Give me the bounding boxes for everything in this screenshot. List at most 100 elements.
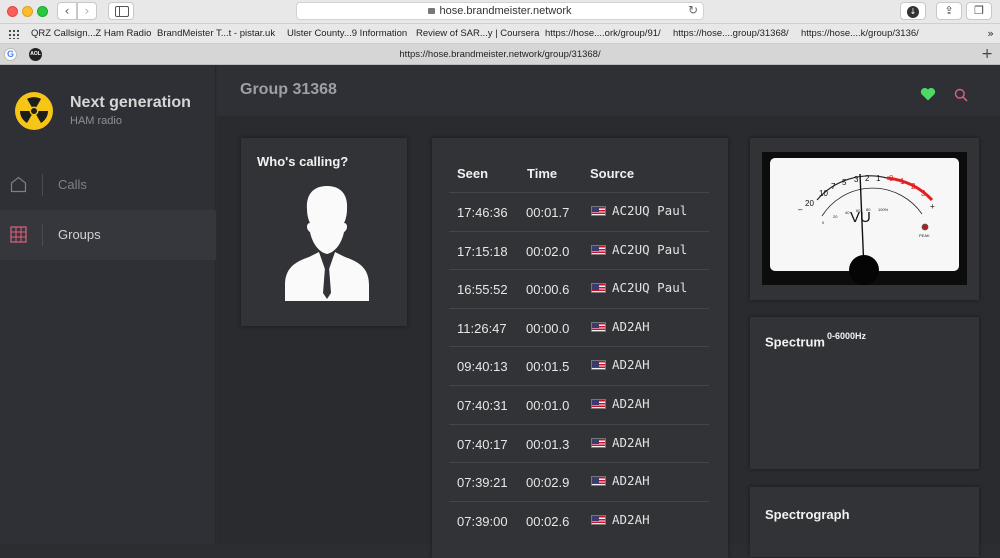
- cell-seen: 07:39:21: [457, 475, 508, 491]
- app-sidebar: Next generation HAM radio Calls Groups: [0, 66, 216, 544]
- peak-led-icon: [921, 223, 929, 231]
- cell-seen: 16:55:52: [457, 282, 508, 298]
- vu-scale-label: 2: [911, 182, 916, 191]
- vu-label: VU: [850, 209, 871, 226]
- reload-icon[interactable]: ↻: [688, 3, 698, 17]
- new-tab-icon[interactable]: +: [981, 46, 993, 62]
- sidebar-divider: [42, 224, 43, 246]
- table-row[interactable]: 11:26:47 00:00.0 AD2AH: [449, 307, 709, 347]
- bookmark-item[interactable]: BrandMeister T...t - pistar.uk: [157, 28, 275, 39]
- sidebar-toggle-button[interactable]: [108, 2, 134, 20]
- more-bookmarks-icon[interactable]: »: [987, 27, 994, 40]
- downloads-button[interactable]: ↓: [900, 2, 926, 20]
- vu-scale-label: 2: [865, 174, 870, 183]
- vu-meter: – + 20 10 7 5 3 2 1 0 1 2 3 0 20 40 60 8…: [762, 152, 967, 285]
- table-row[interactable]: 16:55:52 00:00.6 AC2UQ Paul: [449, 269, 709, 308]
- bookmark-item[interactable]: https://hose....group/31368/: [673, 28, 789, 39]
- cell-seen: 11:26:47: [457, 320, 507, 336]
- address-bar[interactable]: hose.brandmeister.network ↻: [296, 2, 704, 20]
- vu-scale-label: 7: [831, 182, 836, 191]
- sidebar-item-label: Groups: [58, 227, 101, 242]
- home-icon: [10, 176, 27, 193]
- show-tabs-button[interactable]: ❐: [966, 2, 992, 20]
- bookmarks-grid-icon[interactable]: [8, 29, 19, 39]
- lock-icon: [428, 8, 436, 14]
- share-icon: ⇪: [944, 4, 954, 17]
- table-row[interactable]: 17:46:36 00:01.7 AC2UQ Paul: [449, 192, 709, 231]
- cell-source: AC2UQ Paul: [612, 203, 688, 218]
- cell-time: 00:01.5: [526, 359, 570, 375]
- close-window-button[interactable]: [7, 6, 18, 17]
- cell-seen: 07:40:17: [457, 436, 508, 452]
- cell-time: 00:02.0: [526, 243, 570, 259]
- us-flag-icon: [591, 321, 606, 332]
- vu-scale-label: 3: [921, 189, 926, 198]
- table-row[interactable]: 07:40:31 00:01.0 AD2AH: [449, 385, 709, 424]
- sidebar-item-label: Calls: [58, 177, 87, 192]
- vu-subscale-label: 100%: [878, 207, 889, 212]
- bookmark-item[interactable]: Review of SAR...y | Coursera: [416, 28, 539, 39]
- us-flag-icon: [591, 514, 606, 525]
- us-flag-icon: [591, 360, 606, 371]
- cell-seen: 17:46:36: [457, 205, 508, 220]
- back-button[interactable]: ‹: [57, 2, 77, 20]
- calls-table-card: Seen Time Source 17:46:36 00:01.7 AC2UQ …: [432, 138, 728, 558]
- vu-minus-label: –: [798, 205, 803, 214]
- sidebar-divider: [42, 174, 43, 196]
- table-row[interactable]: 07:39:00 00:02.6 AD2AH: [449, 500, 709, 540]
- grid-icon: [10, 226, 27, 243]
- cell-source: AD2AH: [612, 511, 650, 527]
- minimize-window-button[interactable]: [22, 6, 33, 17]
- cell-source: AC2UQ Paul: [612, 280, 688, 296]
- bookmark-item[interactable]: QRZ Callsign...Z Ham Radio: [31, 28, 151, 39]
- whos-calling-card: Who's calling?: [241, 138, 407, 326]
- us-flag-icon: [591, 476, 606, 487]
- table-row[interactable]: 09:40:13 00:01.5 AD2AH: [449, 346, 709, 385]
- heart-icon[interactable]: [920, 87, 936, 101]
- column-header-seen[interactable]: Seen: [457, 166, 488, 181]
- cell-source: AD2AH: [612, 396, 650, 411]
- chevron-right-icon: ›: [84, 4, 90, 18]
- cell-time: 00:02.6: [526, 513, 570, 529]
- cell-time: 00:00.6: [526, 282, 570, 298]
- cell-source: AD2AH: [612, 357, 650, 373]
- brand-subtitle: HAM radio: [70, 115, 122, 127]
- sidebar-item-groups[interactable]: Groups: [0, 210, 216, 260]
- cell-source: AD2AH: [612, 434, 650, 450]
- download-icon: ↓: [907, 6, 919, 18]
- column-header-time[interactable]: Time: [527, 166, 557, 181]
- column-header-source[interactable]: Source: [590, 166, 634, 181]
- vu-scale-label: 1: [876, 174, 881, 183]
- us-flag-icon: [591, 399, 606, 409]
- bookmark-item[interactable]: https://hose....k/group/3136/: [801, 28, 919, 39]
- cell-seen: 17:15:18: [457, 243, 508, 259]
- active-tab-title[interactable]: https://hose.brandmeister.network/group/…: [0, 49, 1000, 60]
- tabs-icon: ❐: [974, 4, 984, 17]
- forward-button[interactable]: ›: [77, 2, 97, 20]
- cell-time: 00:01.3: [526, 436, 570, 452]
- sidebar-item-calls[interactable]: Calls: [0, 160, 216, 210]
- table-row[interactable]: 07:40:17 00:01.3 AD2AH: [449, 423, 709, 463]
- us-flag-icon: [591, 206, 606, 216]
- bookmark-item[interactable]: https://hose....ork/group/91/: [545, 28, 661, 39]
- vu-subscale-label: 20: [833, 214, 838, 219]
- vu-meter-card: – + 20 10 7 5 3 2 1 0 1 2 3 0 20 40 60 8…: [750, 138, 979, 300]
- address-text: hose.brandmeister.network: [439, 5, 572, 17]
- brand-title: Next generation: [70, 94, 191, 111]
- bookmarks-bar: QRZ Callsign...Z Ham Radio BrandMeister …: [0, 24, 1000, 44]
- page-title: Group 31368: [240, 81, 337, 98]
- us-flag-icon: [591, 244, 606, 255]
- maximize-window-button[interactable]: [37, 6, 48, 17]
- search-icon[interactable]: [954, 88, 968, 102]
- share-button[interactable]: ⇪: [936, 2, 962, 20]
- table-row[interactable]: 07:39:21 00:02.9 AD2AH: [449, 462, 709, 501]
- cell-time: 00:01.0: [526, 398, 570, 413]
- spectrum-range: 0-6000Hz: [826, 331, 866, 341]
- card-title: Spectrum 0-6000Hz: [765, 331, 866, 349]
- chevron-left-icon: ‹: [64, 4, 70, 18]
- card-title: Who's calling?: [257, 154, 349, 169]
- bookmark-item[interactable]: Ulster County...9 Information: [287, 28, 407, 39]
- table-row[interactable]: 17:15:18 00:02.0 AC2UQ Paul: [449, 230, 709, 270]
- spectrograph-title: Spectrograph: [765, 507, 850, 522]
- cell-time: 00:02.9: [526, 475, 570, 491]
